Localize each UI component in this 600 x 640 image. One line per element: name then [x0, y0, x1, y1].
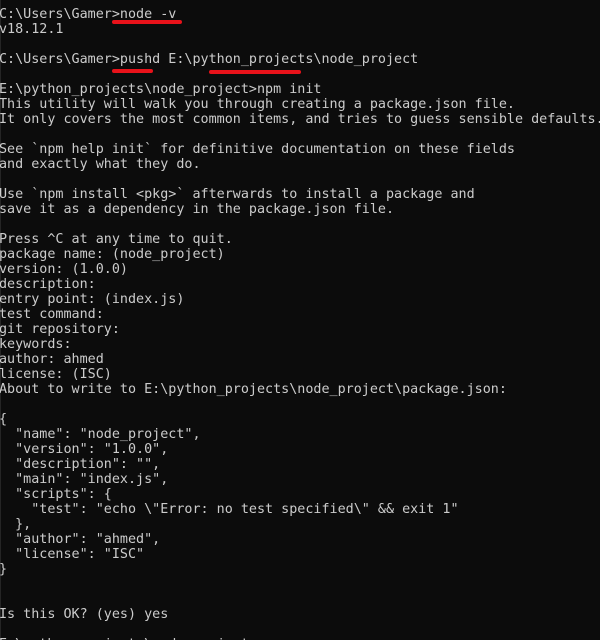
terminal-window[interactable]: C:\Users\Gamer>node -v v18.12.1 C:\Users… [0, 0, 600, 640]
terminal-output: C:\Users\Gamer>node -v v18.12.1 C:\Users… [0, 7, 600, 640]
